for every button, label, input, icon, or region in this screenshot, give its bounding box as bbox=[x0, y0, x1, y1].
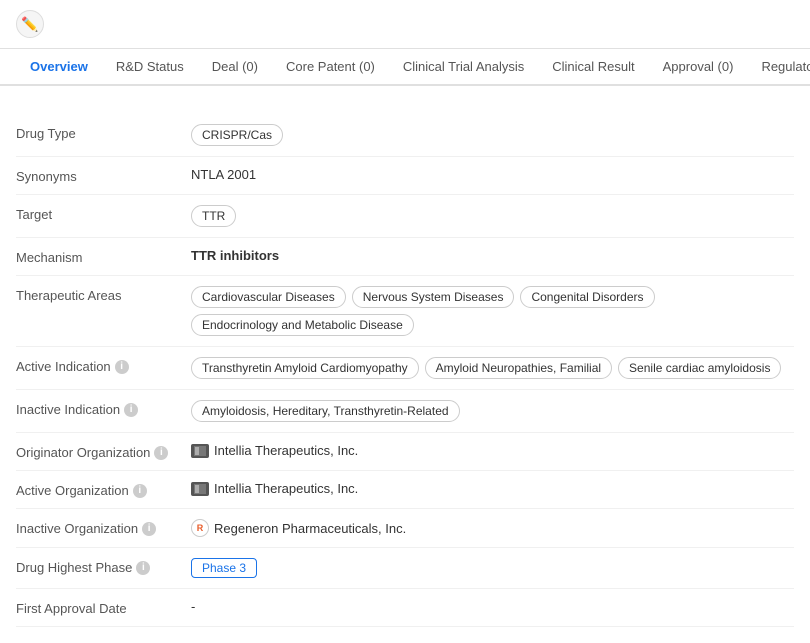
table-row: Inactive IndicationiAmyloidosis, Heredit… bbox=[16, 390, 794, 433]
table-row: Active IndicationiTransthyretin Amyloid … bbox=[16, 347, 794, 390]
info-icon[interactable]: i bbox=[142, 522, 156, 536]
info-icon[interactable]: i bbox=[136, 561, 150, 575]
tag[interactable]: Transthyretin Amyloid Cardiomyopathy bbox=[191, 357, 419, 379]
row-label: Inactive Indicationi bbox=[16, 400, 191, 417]
table-row: Drug TypeCRISPR/Cas bbox=[16, 114, 794, 157]
info-icon[interactable]: i bbox=[133, 484, 147, 498]
row-label: Active Indicationi bbox=[16, 357, 191, 374]
organization-item[interactable]: Intellia Therapeutics, Inc. bbox=[191, 481, 358, 496]
org-name: Regeneron Pharmaceuticals, Inc. bbox=[214, 521, 406, 536]
drug-icon: ✏️ bbox=[16, 10, 44, 38]
phase-badge[interactable]: Phase 3 bbox=[191, 558, 257, 578]
row-label: Active Organizationi bbox=[16, 481, 191, 498]
row-value: Phase 3 bbox=[191, 558, 794, 578]
row-value: Amyloidosis, Hereditary, Transthyretin-R… bbox=[191, 400, 794, 422]
tab-clinical-trial-analysis[interactable]: Clinical Trial Analysis bbox=[389, 49, 538, 86]
row-value: R Regeneron Pharmaceuticals, Inc. bbox=[191, 519, 794, 537]
row-label: First Approval Date bbox=[16, 599, 191, 616]
row-label: Originator Organizationi bbox=[16, 443, 191, 460]
intellia-logo bbox=[191, 482, 209, 496]
page-header: ✏️ bbox=[0, 0, 810, 49]
bold-value: TTR inhibitors bbox=[191, 248, 279, 263]
row-label: Drug Type bbox=[16, 124, 191, 141]
tag[interactable]: Nervous System Diseases bbox=[352, 286, 515, 308]
info-icon[interactable]: i bbox=[124, 403, 138, 417]
tag[interactable]: Senile cardiac amyloidosis bbox=[618, 357, 781, 379]
table-row: Originator Organizationi Intellia Therape… bbox=[16, 433, 794, 471]
row-label: Synonyms bbox=[16, 167, 191, 184]
tag[interactable]: Congenital Disorders bbox=[520, 286, 654, 308]
info-icon[interactable]: i bbox=[115, 360, 129, 374]
tag[interactable]: TTR bbox=[191, 205, 236, 227]
tab-core-patent--0-[interactable]: Core Patent (0) bbox=[272, 49, 389, 86]
org-name: Intellia Therapeutics, Inc. bbox=[214, 481, 358, 496]
table-row: Therapeutic AreasCardiovascular Diseases… bbox=[16, 276, 794, 347]
table-row: Drug Highest PhaseiPhase 3 bbox=[16, 548, 794, 589]
info-icon[interactable]: i bbox=[154, 446, 168, 460]
nav-tabs: OverviewR&D StatusDeal (0)Core Patent (0… bbox=[0, 49, 810, 86]
table-row: TargetTTR bbox=[16, 195, 794, 238]
row-value: - bbox=[191, 599, 794, 614]
regeneron-logo: R bbox=[191, 519, 209, 537]
row-value: Cardiovascular Diseases Nervous System Di… bbox=[191, 286, 794, 336]
tag[interactable]: Cardiovascular Diseases bbox=[191, 286, 346, 308]
row-value: Intellia Therapeutics, Inc. bbox=[191, 481, 794, 496]
row-label: Target bbox=[16, 205, 191, 222]
tab-clinical-result[interactable]: Clinical Result bbox=[538, 49, 648, 86]
organization-item[interactable]: R Regeneron Pharmaceuticals, Inc. bbox=[191, 519, 406, 537]
organization-item[interactable]: Intellia Therapeutics, Inc. bbox=[191, 443, 358, 458]
row-label: Inactive Organizationi bbox=[16, 519, 191, 536]
tab-deal--0-[interactable]: Deal (0) bbox=[198, 49, 272, 86]
info-table: Drug TypeCRISPR/CasSynonymsNTLA 2001Targ… bbox=[16, 114, 794, 627]
org-name: Intellia Therapeutics, Inc. bbox=[214, 443, 358, 458]
main-content: Drug TypeCRISPR/CasSynonymsNTLA 2001Targ… bbox=[0, 86, 810, 643]
tag[interactable]: Amyloidosis, Hereditary, Transthyretin-R… bbox=[191, 400, 460, 422]
table-row: Active Organizationi Intellia Therapeutic… bbox=[16, 471, 794, 509]
tab-regulatory-review[interactable]: Regulatory Review bbox=[747, 49, 810, 86]
table-row: SynonymsNTLA 2001 bbox=[16, 157, 794, 195]
row-label: Mechanism bbox=[16, 248, 191, 265]
row-value: Intellia Therapeutics, Inc. bbox=[191, 443, 794, 458]
row-value: Transthyretin Amyloid Cardiomyopathy Amyl… bbox=[191, 357, 794, 379]
row-label: Therapeutic Areas bbox=[16, 286, 191, 303]
text-value: - bbox=[191, 599, 195, 614]
tag[interactable]: CRISPR/Cas bbox=[191, 124, 283, 146]
tab-overview[interactable]: Overview bbox=[16, 49, 102, 86]
table-row: MechanismTTR inhibitors bbox=[16, 238, 794, 276]
row-value: TTR inhibitors bbox=[191, 248, 794, 263]
tag[interactable]: Amyloid Neuropathies, Familial bbox=[425, 357, 612, 379]
table-row: Inactive OrganizationiR Regeneron Pharmac… bbox=[16, 509, 794, 548]
tab-approval--0-[interactable]: Approval (0) bbox=[649, 49, 748, 86]
tag[interactable]: Endocrinology and Metabolic Disease bbox=[191, 314, 414, 336]
row-value: TTR bbox=[191, 205, 794, 227]
intellia-logo bbox=[191, 444, 209, 458]
row-value: NTLA 2001 bbox=[191, 167, 794, 182]
tab-r-d-status[interactable]: R&D Status bbox=[102, 49, 198, 86]
text-value: NTLA 2001 bbox=[191, 167, 256, 182]
row-value: CRISPR/Cas bbox=[191, 124, 794, 146]
table-row: First Approval Date- bbox=[16, 589, 794, 627]
